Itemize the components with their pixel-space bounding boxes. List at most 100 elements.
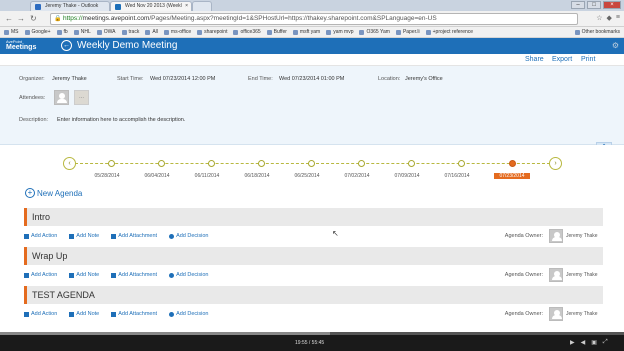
gear-icon[interactable]: ⚙	[612, 41, 619, 50]
browser-tab-outlook[interactable]: Jeremy Thake - Outlook	[30, 1, 110, 11]
add-decision-button[interactable]: Add Decision	[169, 272, 209, 278]
minimize-icon[interactable]: –	[571, 1, 585, 9]
volume-icon[interactable]: ◀	[581, 339, 586, 346]
timeline-date[interactable]: 07/16/2014	[439, 173, 475, 179]
timeline-dot[interactable]	[408, 160, 415, 167]
export-button[interactable]: Export	[552, 56, 572, 63]
timeline-date[interactable]: 07/02/2014	[339, 173, 375, 179]
bookmark[interactable]: track	[121, 29, 139, 35]
bookmark[interactable]: NHL	[73, 29, 91, 35]
other-bookmarks[interactable]: Other bookmarks	[574, 29, 620, 35]
star-icon[interactable]: ☆	[596, 14, 602, 22]
timeline-dot[interactable]	[308, 160, 315, 167]
timeline-date[interactable]: 05/28/2014	[89, 173, 125, 179]
add-action-button[interactable]: Add Action	[24, 233, 57, 239]
organizer-value: Jeremy Thake	[52, 76, 87, 82]
agenda-header[interactable]: Wrap Up	[24, 247, 603, 265]
bookmark[interactable]: OWA	[96, 29, 116, 35]
timeline-date[interactable]: 07/09/2014	[389, 173, 425, 179]
timeline-date-active[interactable]: 07/23/2014	[494, 173, 530, 179]
browser-tab-bar: Jeremy Thake - Outlook Wed Nov 20 2013 (…	[0, 0, 624, 11]
timeline-dot[interactable]	[458, 160, 465, 167]
settings-icon[interactable]: ▣	[591, 339, 597, 346]
bookmark[interactable]: Buffer	[266, 29, 287, 35]
address-bar[interactable]: 🔒 https://meetings.avepoint.com/Pages/Mee…	[50, 13, 578, 25]
bookmark[interactable]: ms-office	[163, 29, 191, 35]
bookmark[interactable]: +project reference	[425, 29, 473, 35]
play-icon[interactable]: ▶	[570, 339, 575, 346]
bookmark[interactable]: sharepoint	[197, 29, 227, 35]
bookmark[interactable]: yam mvp	[326, 29, 353, 35]
bookmark-icon	[163, 29, 169, 35]
add-attendee-button[interactable]: ...	[74, 90, 89, 105]
bookmark[interactable]: All	[145, 29, 158, 35]
description-label: Description:	[19, 117, 49, 123]
owner-avatar[interactable]	[549, 229, 563, 243]
timeline-date[interactable]: 06/11/2014	[189, 173, 225, 179]
bookmark[interactable]: O365 Yam	[359, 29, 390, 35]
bookmark[interactable]: fb	[56, 29, 68, 35]
note-icon	[69, 233, 75, 239]
back-icon[interactable]: ←	[5, 14, 13, 23]
agenda-action-row: Add Action Add Note Add Attachment Add D…	[24, 304, 603, 324]
share-button[interactable]: Share	[525, 56, 544, 63]
video-progress[interactable]	[0, 332, 624, 335]
agenda-owner-label: Agenda Owner:	[504, 272, 543, 278]
timeline-next-icon[interactable]: ›	[549, 157, 562, 170]
timeline-dot-active[interactable]	[509, 160, 516, 167]
action-icon	[24, 233, 29, 239]
browser-tab-meeting[interactable]: Wed Nov 20 2013 (Weekl ×	[110, 1, 192, 11]
fullscreen-icon[interactable]: ⤢	[603, 339, 608, 346]
timeline-dot[interactable]	[358, 160, 365, 167]
add-attachment-button[interactable]: Add Attachment	[111, 272, 157, 278]
attendee-avatar[interactable]	[54, 90, 69, 105]
bookmark[interactable]: Google+	[24, 29, 51, 35]
meeting-actions: Share Export Print	[0, 54, 624, 66]
owner-avatar[interactable]	[549, 307, 563, 321]
timeline-dot[interactable]	[158, 160, 165, 167]
timeline-dot[interactable]	[208, 160, 215, 167]
mouse-cursor-icon: ↖	[332, 229, 339, 238]
action-icon	[24, 311, 29, 317]
agenda-header[interactable]: TEST AGENDA	[24, 286, 603, 304]
meetings-favicon	[115, 4, 121, 10]
close-window-icon[interactable]: ×	[603, 1, 621, 9]
add-note-button[interactable]: Add Note	[69, 272, 99, 278]
add-note-button[interactable]: Add Note	[69, 311, 99, 317]
owner-name: Jeremy Thake	[566, 311, 598, 317]
print-button[interactable]: Print	[581, 56, 595, 63]
bookmark-icon	[4, 29, 9, 35]
back-arrow-icon[interactable]: ←	[61, 40, 72, 51]
bookmark[interactable]: MS	[4, 29, 19, 35]
buffer-bar	[0, 332, 330, 335]
extension-icon[interactable]: ◆	[607, 14, 612, 22]
add-decision-button[interactable]: Add Decision	[169, 233, 209, 239]
bookmark[interactable]: Paper.li	[395, 29, 420, 35]
add-attachment-button[interactable]: Add Attachment	[111, 311, 157, 317]
browser-tab-new[interactable]	[192, 1, 212, 11]
add-action-button[interactable]: Add Action	[24, 272, 57, 278]
timeline-dot[interactable]	[258, 160, 265, 167]
meetings-logo[interactable]: AvePoint Meetings	[6, 39, 42, 53]
add-attachment-button[interactable]: Add Attachment	[111, 233, 157, 239]
add-decision-button[interactable]: Add Decision	[169, 311, 209, 317]
new-agenda-button[interactable]: + New Agenda	[25, 188, 82, 198]
timeline-date[interactable]: 06/25/2014	[289, 173, 325, 179]
timeline-dot[interactable]	[108, 160, 115, 167]
timeline-date[interactable]: 06/04/2014	[139, 173, 175, 179]
bookmark-icon	[24, 29, 30, 35]
description-value[interactable]: Enter information here to accomplish the…	[57, 117, 185, 123]
bookmark-icon	[233, 29, 239, 35]
bookmark[interactable]: msft yam	[292, 29, 320, 35]
reload-icon[interactable]: ↻	[30, 14, 37, 23]
close-tab-icon[interactable]: ×	[185, 3, 188, 9]
owner-avatar[interactable]	[549, 268, 563, 282]
menu-icon[interactable]: ≡	[616, 14, 620, 22]
timeline-date[interactable]: 06/18/2014	[239, 173, 275, 179]
bookmark[interactable]: office365	[233, 29, 261, 35]
add-action-button[interactable]: Add Action	[24, 311, 57, 317]
maximize-icon[interactable]: □	[587, 1, 601, 9]
agenda-header[interactable]: Intro	[24, 208, 603, 226]
forward-icon[interactable]: →	[17, 14, 25, 23]
add-note-button[interactable]: Add Note	[69, 233, 99, 239]
